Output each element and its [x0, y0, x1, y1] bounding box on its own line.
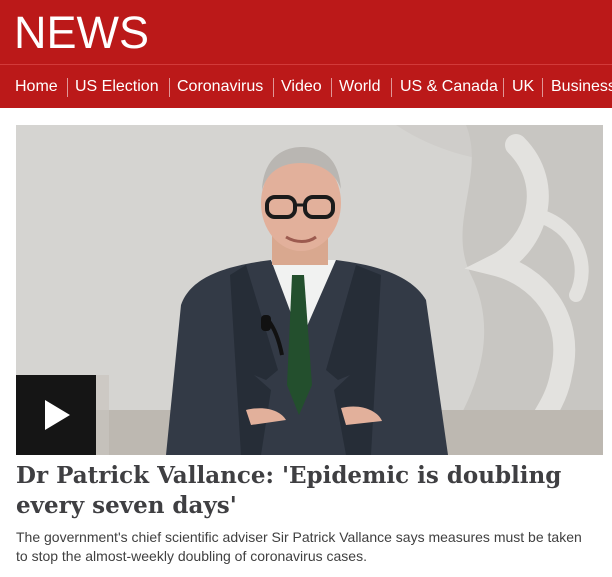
speaker-photo: [16, 125, 603, 455]
nav-separator: [273, 78, 274, 97]
nav-item-us-election[interactable]: US Election: [75, 77, 159, 97]
story-headline[interactable]: Dr Patrick Vallance: 'Epidemic is doubli…: [16, 461, 596, 521]
nav-item-home[interactable]: Home: [15, 77, 58, 97]
nav-item-uk[interactable]: UK: [512, 77, 534, 97]
video-thumbnail[interactable]: [16, 125, 603, 455]
nav-item-video[interactable]: Video: [281, 77, 322, 97]
masthead: NEWS: [0, 0, 612, 64]
nav-separator: [67, 78, 68, 97]
story-summary: The government's chief scientific advise…: [16, 529, 582, 564]
news-logo[interactable]: NEWS: [14, 8, 149, 58]
nav-separator: [391, 78, 392, 97]
nav-item-world[interactable]: World: [339, 77, 381, 97]
nav-item-business[interactable]: Business: [551, 77, 612, 97]
play-button[interactable]: [16, 375, 96, 455]
primary-navigation: Home US Election Coronavirus Video World…: [0, 64, 612, 108]
nav-item-coronavirus[interactable]: Coronavirus: [177, 77, 263, 97]
nav-separator: [542, 78, 543, 97]
nav-item-us-canada[interactable]: US & Canada: [400, 77, 498, 97]
nav-separator: [169, 78, 170, 97]
nav-separator: [331, 78, 332, 97]
nav-separator: [503, 78, 504, 97]
play-icon: [45, 400, 70, 430]
